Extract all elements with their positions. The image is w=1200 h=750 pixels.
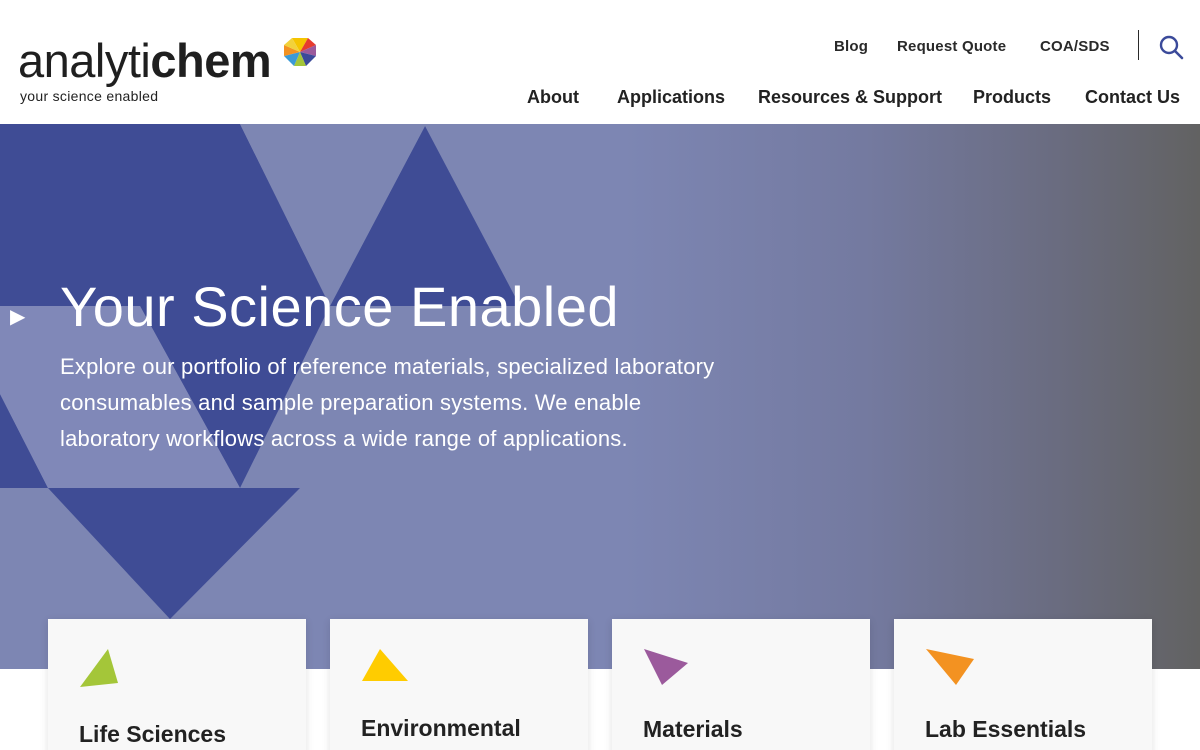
header-divider: [1138, 30, 1139, 60]
hero-description: Explore our portfolio of reference mater…: [60, 354, 715, 451]
util-link-blog[interactable]: Blog: [834, 38, 868, 55]
green-triangle-icon: [80, 649, 118, 687]
category-label-environmental: Environmental: [361, 715, 521, 741]
nav-contact-us[interactable]: Contact Us: [1085, 87, 1180, 108]
nav-resources-support[interactable]: Resources & Support: [758, 87, 942, 108]
site-header: analytichem your science enabled Blog Re…: [0, 0, 1200, 124]
search-icon[interactable]: [1158, 34, 1184, 60]
nav-about[interactable]: About: [527, 87, 579, 108]
category-card-materials[interactable]: Materials: [612, 619, 870, 750]
hero-play-icon[interactable]: ▶: [10, 307, 25, 327]
util-link-coa-sds[interactable]: COA/SDS: [1040, 38, 1110, 55]
orange-triangle-icon: [926, 649, 974, 685]
logo-pinwheel-icon: [284, 38, 316, 66]
logo-wordmark: analytichem: [18, 34, 272, 87]
nav-products[interactable]: Products: [973, 87, 1051, 108]
analytichem-logo[interactable]: analytichem your science enabled: [18, 36, 323, 106]
util-link-request-quote[interactable]: Request Quote: [897, 38, 1006, 55]
category-card-life-sciences[interactable]: Life Sciences: [48, 619, 306, 750]
logo-tagline: your science enabled: [20, 88, 159, 104]
category-label-materials: Materials: [643, 716, 743, 742]
category-card-environmental[interactable]: Environmental: [330, 619, 588, 750]
yellow-triangle-icon: [362, 649, 408, 681]
hero-title: Your Science Enabled: [60, 275, 620, 338]
hero-banner: ▶ Your Science Enabled Explore our portf…: [0, 124, 1200, 669]
category-label-lab-essentials: Lab Essentials: [925, 716, 1087, 742]
category-card-lab-essentials[interactable]: Lab Essentials: [894, 619, 1152, 750]
category-label-life-sciences: Life Sciences: [79, 721, 227, 747]
purple-triangle-icon: [644, 649, 688, 685]
nav-applications[interactable]: Applications: [617, 87, 725, 108]
